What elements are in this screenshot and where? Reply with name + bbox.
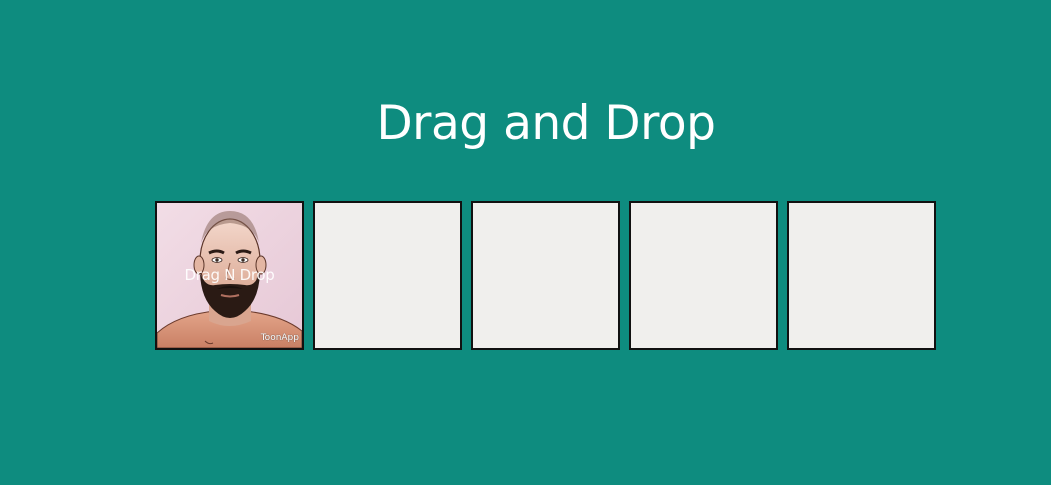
drop-zone-5[interactable]	[787, 201, 936, 350]
drop-zone-row: Drag N Drop ToonApp	[155, 201, 936, 350]
drop-zone-2[interactable]	[313, 201, 462, 350]
drop-zone-1[interactable]: Drag N Drop ToonApp	[155, 201, 304, 350]
draggable-label: Drag N Drop	[184, 266, 275, 284]
draggable-image[interactable]: Drag N Drop ToonApp	[157, 203, 302, 348]
drop-zone-4[interactable]	[629, 201, 778, 350]
page: Drag and Drop Drag N Drop ToonApp	[0, 0, 1051, 485]
watermark-text: ToonApp	[260, 333, 299, 343]
page-title: Drag and Drop	[376, 96, 716, 152]
drop-zone-3[interactable]	[471, 201, 620, 350]
